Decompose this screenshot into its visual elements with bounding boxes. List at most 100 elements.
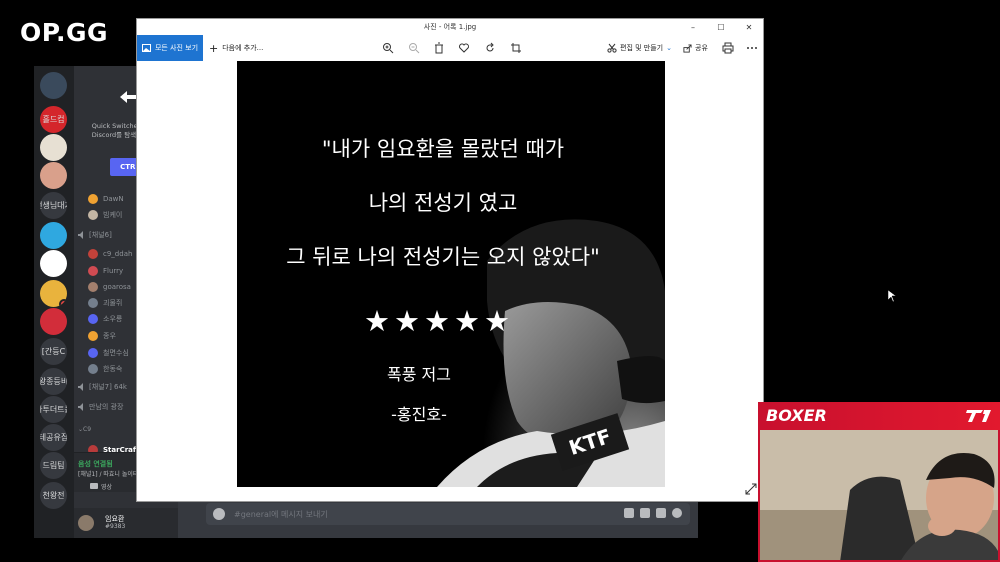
server-icon[interactable]: 선생님대기 (40, 192, 67, 219)
speaker-icon (78, 230, 83, 239)
channel-item-label: 만남의 광장 (89, 402, 124, 411)
zoom-in-icon[interactable] (381, 41, 395, 55)
member-avatar (88, 248, 98, 259)
camera-icon (90, 483, 98, 489)
channel-item-label: 종우 (103, 331, 116, 340)
user-avatar[interactable] (78, 515, 94, 531)
mouse-cursor-icon (888, 290, 896, 302)
author-text: -홍진호- (391, 405, 447, 424)
channel-item-label: C9 (83, 426, 92, 433)
gif-icon[interactable] (640, 508, 650, 518)
share-icon (683, 43, 692, 53)
channel-item-label: DawN (103, 194, 124, 203)
share-button[interactable]: 공유 (683, 35, 708, 61)
opgg-logo: OP.GG (20, 18, 109, 47)
zoom-out-icon[interactable] (407, 41, 421, 55)
video-label: 영상 (101, 483, 113, 491)
server-icon[interactable]: 천왕전 (40, 482, 67, 509)
member-avatar (88, 265, 98, 276)
photo-gallery-icon (141, 44, 151, 52)
server-icon[interactable] (40, 162, 67, 189)
message-input[interactable]: #general에 메시지 보내기 (206, 503, 690, 525)
quote-line-1: "내가 임요환을 몰랐던 때가 (321, 137, 565, 161)
print-icon[interactable] (721, 41, 735, 55)
favorite-heart-icon[interactable] (457, 41, 471, 55)
server-icon[interactable] (40, 280, 67, 307)
fullscreen-expand-icon[interactable] (745, 483, 757, 495)
member-avatar (88, 209, 98, 220)
channel-item-label: 빔케이 (103, 210, 123, 219)
chevron-down-icon: ⌄ (666, 44, 672, 52)
member-avatar (88, 330, 98, 341)
server-icon[interactable]: 테공유집 (40, 424, 67, 451)
edit-scissors-icon (607, 43, 617, 53)
server-icon[interactable] (40, 72, 67, 99)
sticker-icon[interactable] (656, 508, 666, 518)
streamer-webcam-image (760, 430, 998, 560)
photos-toolbar: 모든 사진 보기 + 다음에 추가... 편집 및 만들기 ⌄ 공유 (137, 35, 763, 61)
server-icon[interactable] (40, 308, 67, 335)
speaker-icon (78, 382, 83, 391)
delete-icon[interactable] (432, 41, 446, 55)
message-placeholder: #general에 메시지 보내기 (234, 510, 328, 519)
share-label: 공유 (695, 44, 708, 52)
window-title: 사진 - 어록 1.jpg (423, 23, 477, 31)
rotate-icon[interactable] (483, 41, 497, 55)
all-photos-button[interactable]: 모든 사진 보기 (137, 35, 203, 61)
streamer-name: BOXER (766, 406, 827, 425)
member-avatar (88, 193, 98, 204)
channel-item-label: 철면수심 (103, 348, 129, 357)
maximize-button[interactable]: ☐ (707, 19, 735, 35)
channel-item-label: Flurry (103, 266, 124, 275)
server-icon[interactable]: 왕종등비 (40, 368, 67, 395)
add-to-label: 다음에 추가... (222, 44, 264, 52)
channel-item-label: goarosa (103, 282, 131, 291)
crop-icon[interactable] (509, 41, 523, 55)
star-rating: ★★★★★ (364, 304, 514, 338)
member-avatar (88, 297, 98, 308)
server-icon[interactable] (40, 250, 67, 277)
channel-item-label: [채널7] 64k (89, 382, 127, 391)
title-bar[interactable]: 사진 - 어록 1.jpg – ☐ ✕ (137, 19, 763, 35)
webcam-feed (758, 430, 1000, 562)
server-icon[interactable]: 아투더트롤 (40, 396, 67, 423)
voice-channel-name[interactable]: [채널1] / 따효니 놀이터 (78, 469, 138, 478)
member-avatar (88, 347, 98, 358)
edit-create-button[interactable]: 편집 및 만들기 ⌄ (607, 35, 672, 61)
more-options-icon[interactable] (745, 41, 759, 55)
member-avatar (88, 313, 98, 324)
username: 임요환 (105, 515, 125, 523)
quote-image: KTF "내가 임요환을 몰랐던 때가 나의 전성기 였고 그 뒤로 나의 전성… (237, 61, 665, 487)
voice-connected-status: 음성 연결됨 (78, 460, 113, 468)
all-photos-label: 모든 사진 보기 (154, 44, 199, 52)
t1-team-logo-icon (966, 410, 991, 422)
channel-item-label: [채널6] (89, 230, 112, 239)
speaker-icon (78, 402, 83, 411)
streamer-webcam-overlay: BOXER (758, 402, 1000, 562)
channel-item-label: 소우룡 (103, 314, 123, 323)
photos-window: 사진 - 어록 1.jpg – ☐ ✕ 모든 사진 보기 + 다음에 추가... (136, 18, 764, 502)
add-to-button[interactable]: + 다음에 추가... (209, 35, 263, 61)
plus-icon: + (209, 41, 219, 55)
gift-icon[interactable] (624, 508, 634, 518)
quote-line-3: 그 뒤로 나의 전성기는 오지 않았다" (286, 245, 600, 269)
member-avatar (88, 363, 98, 374)
user-tag: #9383 (105, 523, 126, 530)
image-stage: KTF "내가 임요환을 몰랐던 때가 나의 전성기 였고 그 뒤로 나의 전성… (137, 61, 763, 501)
server-icon[interactable]: 드림팀 (40, 452, 67, 479)
server-list: 홀드컵선생님대기 [간등C 왕종등비아투더트롤테공유집드림팀천왕전 (34, 66, 74, 538)
streamer-name-bar: BOXER (758, 402, 1000, 430)
server-icon[interactable]: 홀드컵 (40, 106, 67, 133)
emoji-icon[interactable] (672, 508, 682, 518)
channel-item-label: c9_ddah (103, 249, 133, 258)
edit-create-label: 편집 및 만들기 (620, 44, 664, 52)
nickname-text: 폭풍 저그 (387, 365, 451, 384)
server-icon[interactable] (40, 222, 67, 249)
add-attachment-icon[interactable] (213, 508, 225, 520)
notification-badge (59, 299, 67, 307)
minimize-button[interactable]: – (679, 19, 707, 35)
server-icon[interactable] (40, 134, 67, 161)
quote-line-2: 나의 전성기 였고 (368, 191, 518, 215)
close-button[interactable]: ✕ (735, 19, 763, 35)
server-icon[interactable]: [간등C (40, 338, 67, 365)
